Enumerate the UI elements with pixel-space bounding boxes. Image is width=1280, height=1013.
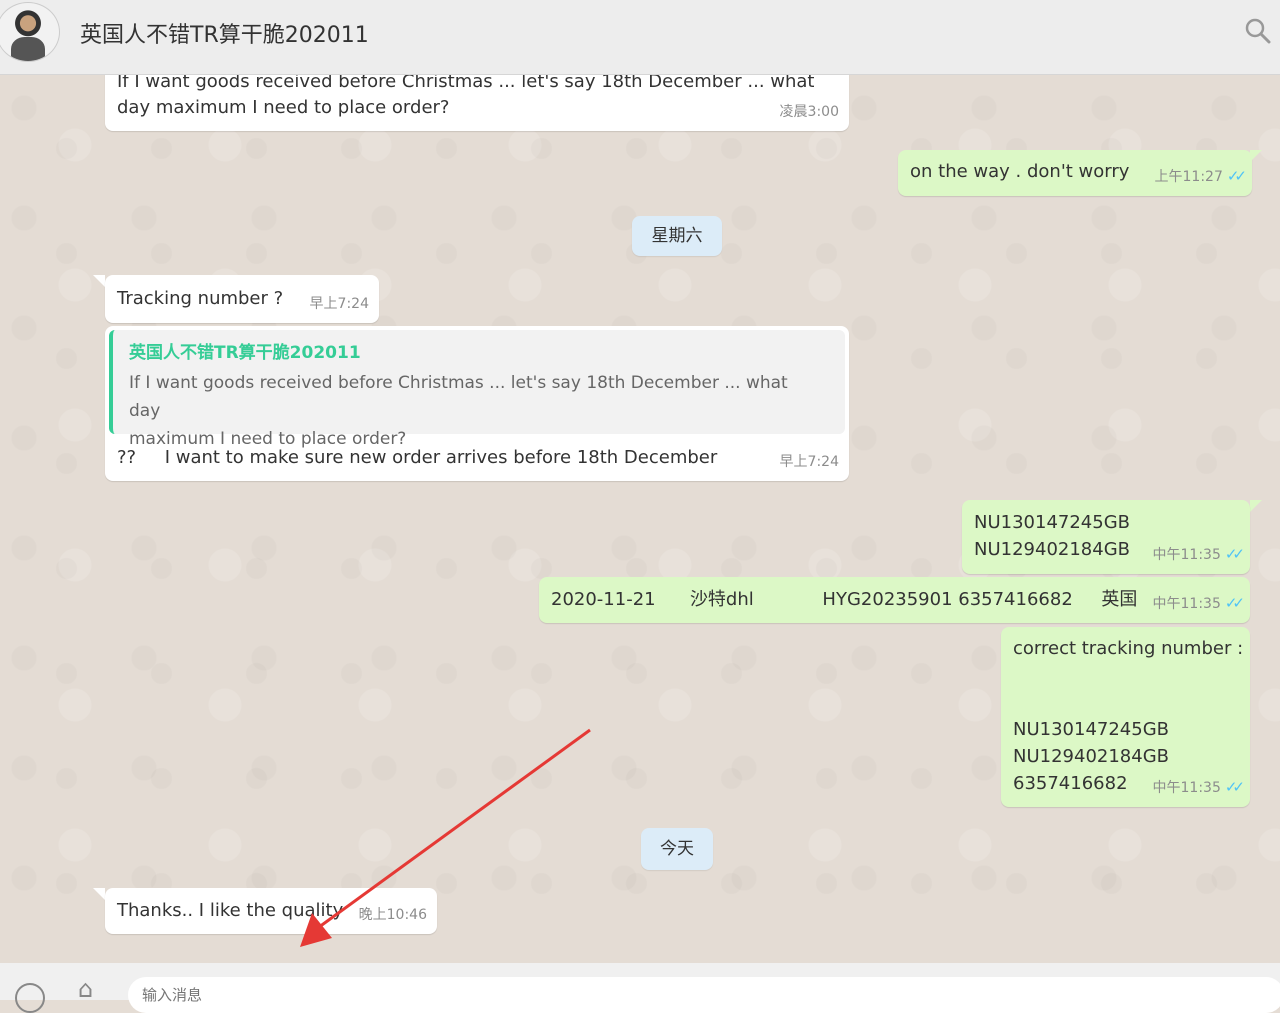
message-time-text: 中午11:35 (1152, 596, 1221, 612)
message-time: 早上7:24 (779, 454, 839, 470)
read-receipt-icon: ✓✓ (1224, 778, 1245, 796)
attach-icon[interactable]: ⌂ (78, 975, 93, 1003)
read-receipt-icon: ✓✓ (1226, 167, 1247, 185)
quoted-author: 英国人不错TR算干脆202011 (129, 343, 361, 363)
message-text-line: correct tracking number : (1013, 638, 1244, 659)
message-text: Tracking number ? (117, 288, 284, 309)
chat-messages-area[interactable]: If I want goods received before Christma… (0, 75, 1280, 963)
message-time: 中午11:35 ✓✓ (1152, 541, 1246, 569)
incoming-reply-message[interactable]: 英国人不错TR算干脆202011 If I want goods receive… (105, 326, 849, 481)
outgoing-message[interactable]: correct tracking number : NU130147245GB … (1001, 627, 1250, 807)
message-text-line: NU130147245GB (974, 512, 1131, 533)
search-icon[interactable] (1244, 17, 1272, 45)
message-time: 晚上10:46 (358, 907, 427, 923)
quoted-text-line: If I want goods received before Christma… (129, 373, 788, 421)
outgoing-message[interactable]: on the way . don't worry 上午11:27 ✓✓ (898, 150, 1252, 196)
message-text-line: 6357416682 (1013, 773, 1128, 794)
message-text-line: If I want goods received before Christma… (117, 75, 815, 92)
message-text-line: NU129402184GB (974, 539, 1131, 560)
message-time: 中午11:35 ✓✓ (1152, 590, 1246, 618)
incoming-message[interactable]: If I want goods received before Christma… (105, 75, 849, 131)
message-time: 中午11:35 ✓✓ (1152, 774, 1246, 802)
read-receipt-icon: ✓✓ (1224, 594, 1245, 612)
incoming-message[interactable]: Thanks.. I like the quality 晚上10:46 (105, 888, 437, 934)
message-time: 早上7:24 (309, 296, 369, 312)
message-time: 凌晨3:00 (779, 104, 839, 120)
outgoing-message[interactable]: NU130147245GB NU129402184GB 中午11:35 ✓✓ (962, 500, 1250, 574)
contact-avatar[interactable] (0, 2, 60, 62)
quoted-message[interactable]: 英国人不错TR算干脆202011 If I want goods receive… (109, 330, 845, 449)
emoji-icon[interactable] (15, 983, 45, 1013)
message-time: 上午11:27 ✓✓ (1154, 163, 1248, 191)
incoming-message[interactable]: Tracking number ? 早上7:24 (105, 275, 379, 323)
chat-header: 英国人不错TR算干脆202011 (0, 0, 1280, 75)
message-text: on the way . don't worry (910, 161, 1130, 182)
message-time-text: 中午11:35 (1152, 547, 1221, 563)
outgoing-message[interactable]: 2020-11-21 沙特dhl HYG20235901 6357416682 … (539, 577, 1250, 623)
message-time-text: 中午11:35 (1152, 780, 1221, 796)
message-text: Thanks.. I like the quality (117, 900, 344, 921)
message-composer: ⌂ (0, 963, 1280, 1013)
outgoing-tail (1250, 150, 1262, 162)
incoming-tail (93, 888, 105, 900)
quoted-text: If I want goods received before Christma… (129, 369, 819, 453)
message-text: 2020-11-21 沙特dhl HYG20235901 6357416682 … (551, 589, 1138, 610)
message-time-text: 上午11:27 (1154, 169, 1223, 185)
message-text: ?? I want to make sure new order arrives… (117, 447, 718, 468)
message-text-line: NU130147245GB (1013, 719, 1170, 740)
outgoing-tail (1250, 500, 1262, 512)
message-input[interactable] (128, 977, 1280, 1013)
message-text-line: day maximum I need to place order? (117, 97, 450, 118)
read-receipt-icon: ✓✓ (1224, 545, 1245, 563)
chat-title[interactable]: 英国人不错TR算干脆202011 (80, 17, 369, 49)
incoming-tail (93, 275, 105, 287)
message-text-line: NU129402184GB (1013, 746, 1170, 767)
date-divider-today: 今天 (641, 828, 713, 870)
date-divider-saturday: 星期六 (632, 216, 722, 256)
